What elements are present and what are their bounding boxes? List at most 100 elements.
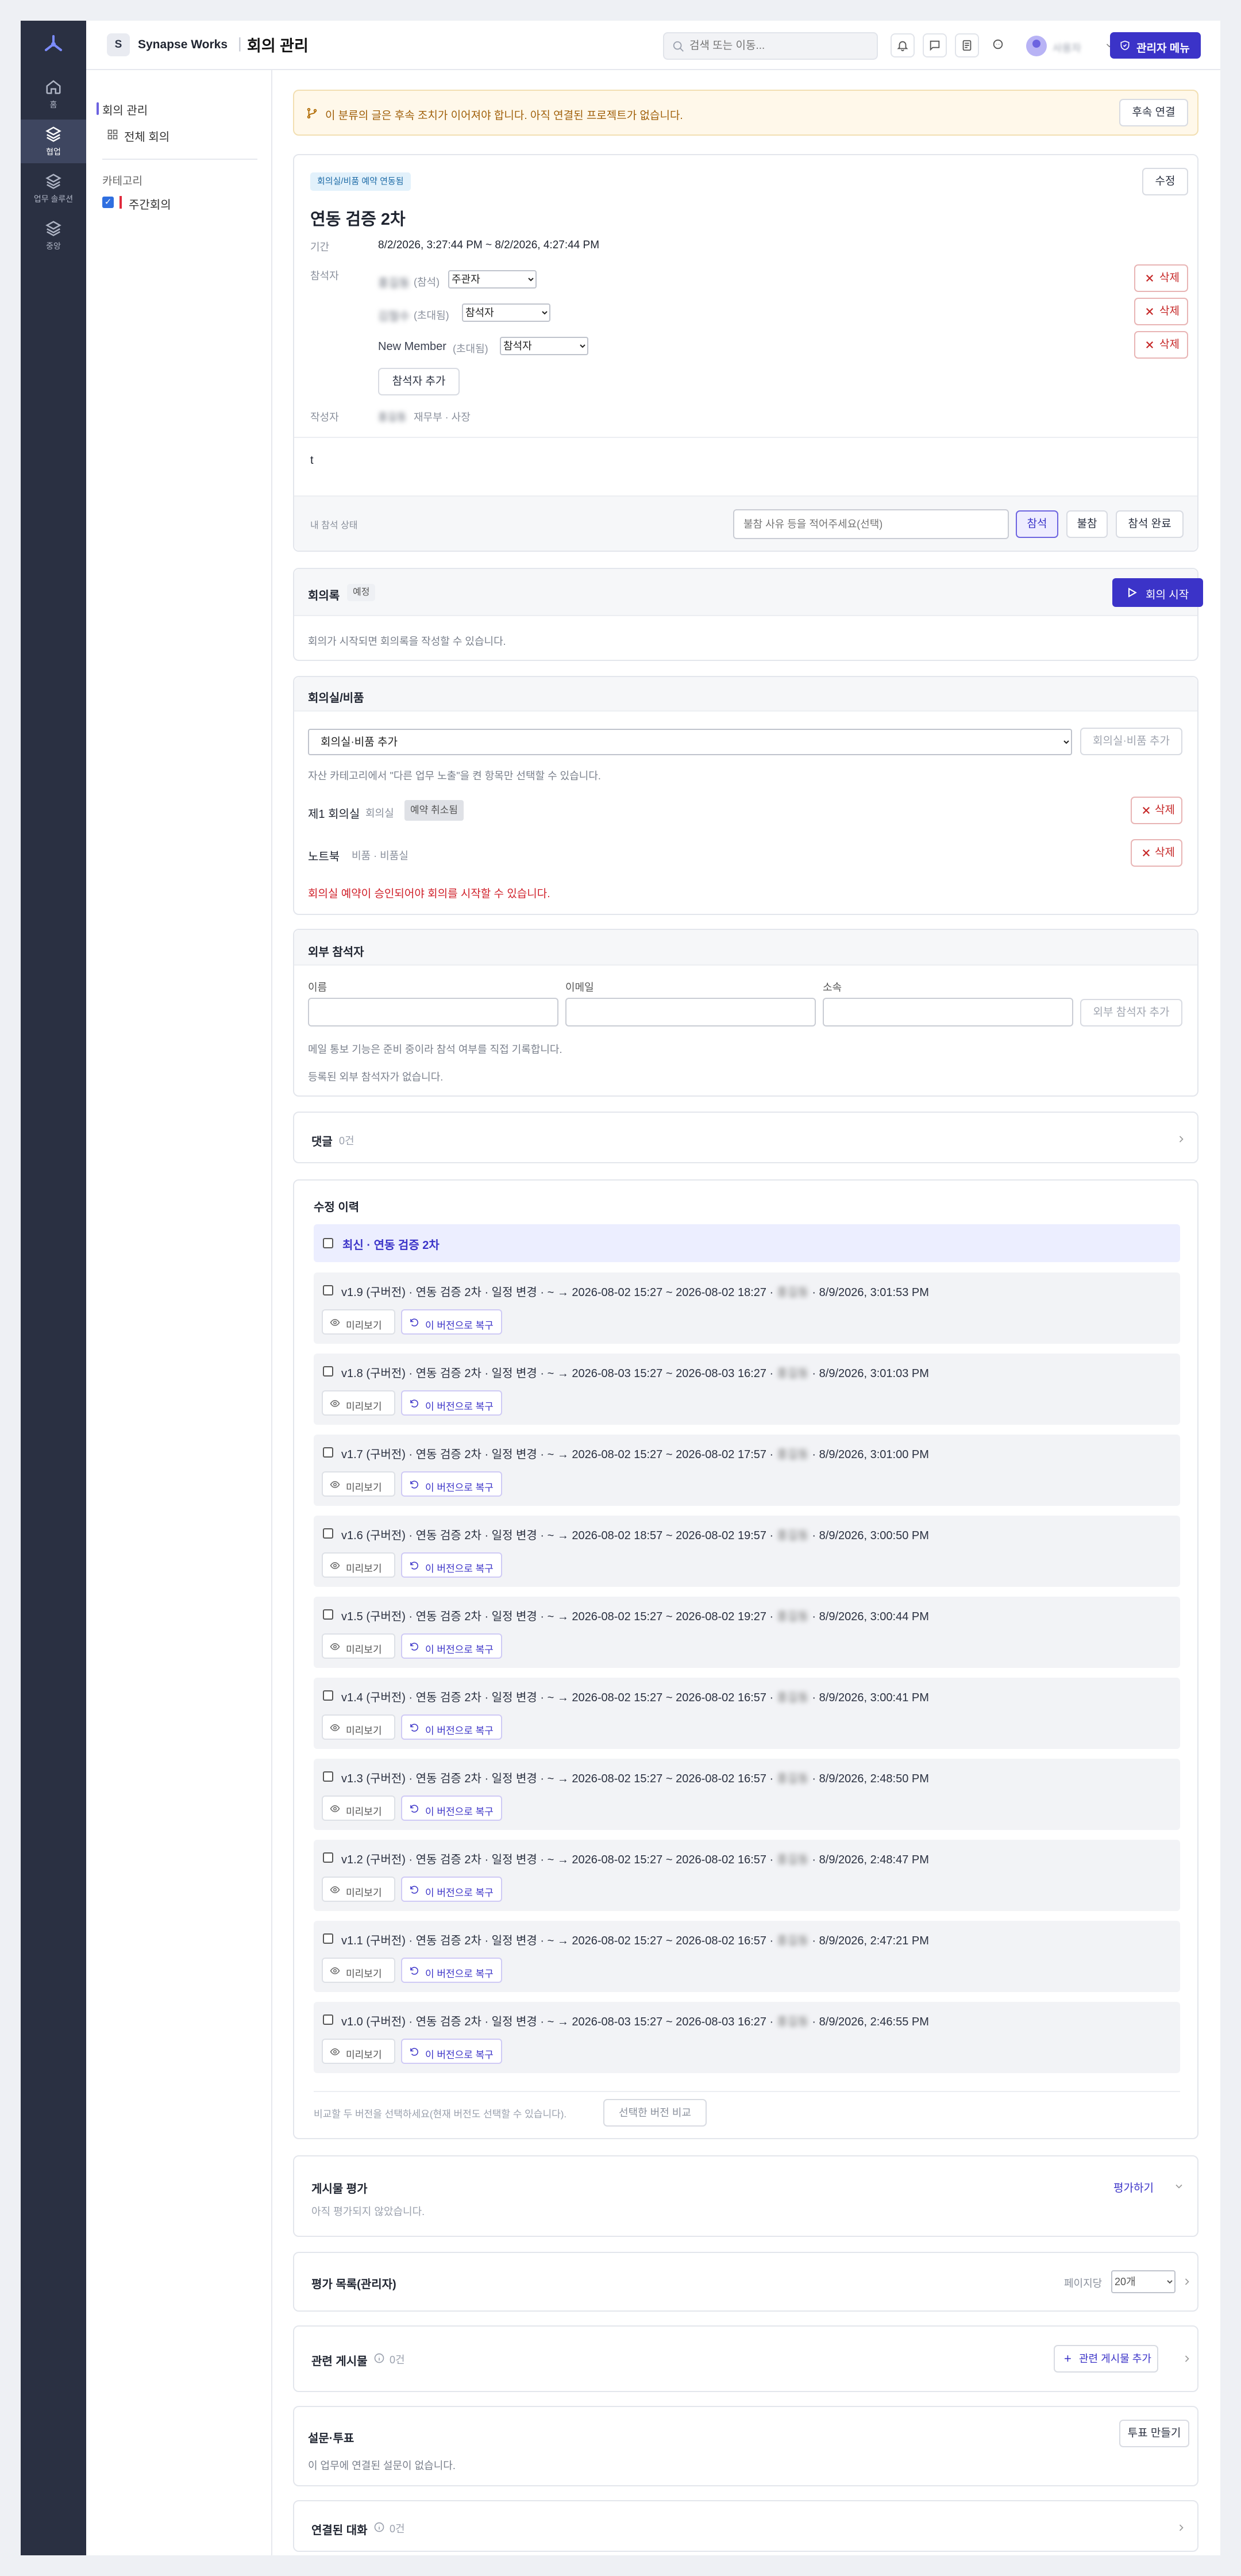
preview-button[interactable]: 미리보기 (322, 1309, 395, 1335)
chat-button[interactable] (987, 33, 1011, 57)
version-checkbox[interactable] (323, 1771, 333, 1782)
participant-role-select[interactable]: 주관자 (448, 270, 537, 289)
add-participant-button[interactable]: 참석자 추가 (378, 368, 460, 395)
comments-card[interactable]: 댓글 0건 (293, 1112, 1198, 1163)
avatar (1026, 36, 1047, 56)
revision-author: 홍길동 (777, 1691, 809, 1704)
workspace-badge[interactable]: S (107, 33, 130, 56)
restore-version-button[interactable]: 이 버전으로 복구 (401, 1552, 502, 1578)
minutes-card: 회의록 예정 회의 시작 회의가 시작되면 회의록을 작성할 수 있습니다. (293, 568, 1203, 661)
restore-version-button[interactable]: 이 버전으로 복구 (401, 1877, 502, 1902)
restore-icon (410, 1318, 418, 1327)
revision-author: 홍길동 (777, 1610, 809, 1623)
restore-version-button[interactable]: 이 버전으로 복구 (401, 1471, 502, 1497)
admin-menu-button[interactable]: 관리자 메뉴 (1110, 32, 1201, 59)
preview-button[interactable]: 미리보기 (322, 1714, 395, 1740)
create-poll-button[interactable]: 투표 만들기 (1119, 2420, 1189, 2447)
rail-item-central[interactable]: 중앙 (21, 214, 86, 257)
eye-icon (330, 1318, 340, 1327)
restore-version-button[interactable]: 이 버전으로 복구 (401, 2039, 502, 2064)
survey-card: 설문·투표 투표 만들기 이 업무에 연결된 설문이 없습니다. (293, 2406, 1198, 2486)
absent-button[interactable]: 불참 (1066, 510, 1108, 538)
external-name-input[interactable] (308, 998, 558, 1026)
chevron-right-icon[interactable] (1181, 2353, 1193, 2364)
documents-button[interactable] (955, 33, 979, 57)
restore-icon (410, 1805, 418, 1813)
chevron-right-icon[interactable] (1181, 2276, 1193, 2287)
attendance-bar: 내 참석 상태 참석 불참 참석 완료 (294, 495, 1197, 551)
minutes-title: 회의록 (308, 590, 340, 602)
workspace-name[interactable]: Synapse Works (138, 38, 228, 52)
preview-button[interactable]: 미리보기 (322, 1552, 395, 1578)
rooms-header (294, 677, 1197, 712)
external-org-input[interactable] (823, 998, 1073, 1026)
revision-summary: v1.9 (구버전) · 연동 검증 2차 · 일정 변경 · ~ → 2026… (341, 1286, 774, 1299)
rail-item-home[interactable]: 홈 (21, 72, 86, 116)
external-email-input[interactable] (565, 998, 816, 1026)
preview-button[interactable]: 미리보기 (322, 1795, 395, 1821)
attend-button[interactable]: 참석 (1016, 510, 1058, 538)
preview-button[interactable]: 미리보기 (322, 1633, 395, 1659)
version-checkbox[interactable] (323, 1447, 333, 1458)
version-checkbox[interactable] (323, 2014, 333, 2025)
restore-version-button[interactable]: 이 버전으로 복구 (401, 1714, 502, 1740)
room-equipment-select[interactable]: 회의실·비품 추가 (308, 729, 1072, 755)
linked-chat-card[interactable]: 연결된 대화 0건 (293, 2500, 1198, 2552)
restore-version-button[interactable]: 이 버전으로 복구 (401, 1309, 502, 1335)
attend-done-button[interactable]: 참석 완료 (1116, 510, 1184, 538)
participant-delete-button[interactable]: 삭제 (1134, 331, 1188, 359)
notification-button[interactable] (891, 33, 915, 57)
rate-button[interactable]: 평가하기 (1113, 2179, 1154, 2195)
restore-version-button[interactable]: 이 버전으로 복구 (401, 1633, 502, 1659)
restore-version-button[interactable]: 이 버전으로 복구 (401, 1795, 502, 1821)
rooms-card: 회의실/비품 회의실·비품 추가 회의실·비품 추가 자산 카테고리에서 "다른… (293, 676, 1198, 915)
search-input[interactable] (689, 36, 873, 56)
preview-button[interactable]: 미리보기 (322, 1390, 395, 1416)
restore-version-button[interactable]: 이 버전으로 복구 (401, 1958, 502, 1983)
booking-cancelled-badge: 예약 취소됨 (404, 800, 464, 821)
absence-reason-input[interactable] (733, 509, 1009, 539)
messages-button[interactable] (923, 33, 947, 57)
checkbox-checked-icon[interactable]: ✓ (102, 197, 114, 208)
shield-check-icon (1120, 40, 1130, 51)
rail-item-collab[interactable]: 협업 (21, 120, 86, 163)
version-checkbox[interactable] (323, 1238, 333, 1248)
preview-button[interactable]: 미리보기 (322, 1471, 395, 1497)
version-checkbox[interactable] (323, 1366, 333, 1377)
category-label: 카테고리 (102, 175, 142, 187)
preview-button[interactable]: 미리보기 (322, 2039, 395, 2064)
follow-up-link-button[interactable]: 후속 연결 (1119, 99, 1188, 126)
participant-delete-button[interactable]: 삭제 (1134, 298, 1188, 325)
user-menu[interactable]: 사용자 (1026, 33, 1118, 57)
latest-version-row[interactable]: 최신 · 연동 검증 2차 (314, 1224, 1180, 1262)
participant-role-select[interactable]: 참석자 (500, 337, 588, 355)
preview-button[interactable]: 미리보기 (322, 1877, 395, 1902)
external-org-label: 소속 (823, 982, 842, 993)
participant-role-select[interactable]: 참석자 (462, 303, 550, 322)
per-page-select[interactable]: 20개 (1111, 2270, 1176, 2293)
room-delete-button[interactable]: 삭제 (1131, 797, 1182, 824)
version-checkbox[interactable] (323, 1933, 333, 1944)
admin-menu-label: 관리자 메뉴 (1136, 43, 1190, 55)
equipment-delete-button[interactable]: 삭제 (1131, 839, 1182, 867)
participant-delete-button[interactable]: 삭제 (1134, 264, 1188, 292)
add-room-equipment-button[interactable]: 회의실·비품 추가 (1080, 728, 1182, 755)
compare-versions-button[interactable]: 선택한 버전 비교 (603, 2099, 707, 2127)
version-checkbox[interactable] (323, 1528, 333, 1539)
search-box[interactable] (663, 32, 878, 60)
version-checkbox[interactable] (323, 1285, 333, 1295)
version-checkbox[interactable] (323, 1852, 333, 1863)
start-meeting-button[interactable]: 회의 시작 (1112, 578, 1203, 607)
version-checkbox[interactable] (323, 1690, 333, 1701)
sidebar-section-title[interactable]: 회의 관리 (96, 101, 148, 118)
edit-button[interactable]: 수정 (1142, 168, 1188, 195)
add-external-participant-button[interactable]: 외부 참석자 추가 (1080, 999, 1182, 1026)
restore-version-button[interactable]: 이 버전으로 복구 (401, 1390, 502, 1416)
version-checkbox[interactable] (323, 1609, 333, 1620)
revision-row: v1.0 (구버전) · 연동 검증 2차 · 일정 변경 · ~ → 2026… (314, 2002, 1180, 2073)
preview-button[interactable]: 미리보기 (322, 1958, 395, 1983)
room-item-type: 회의실 (365, 808, 394, 819)
my-status-label: 내 참석 상태 (310, 521, 358, 530)
rail-item-solutions[interactable]: 업무 솔루션 (21, 167, 86, 210)
add-related-post-button[interactable]: + 관련 게시물 추가 (1054, 2345, 1158, 2373)
